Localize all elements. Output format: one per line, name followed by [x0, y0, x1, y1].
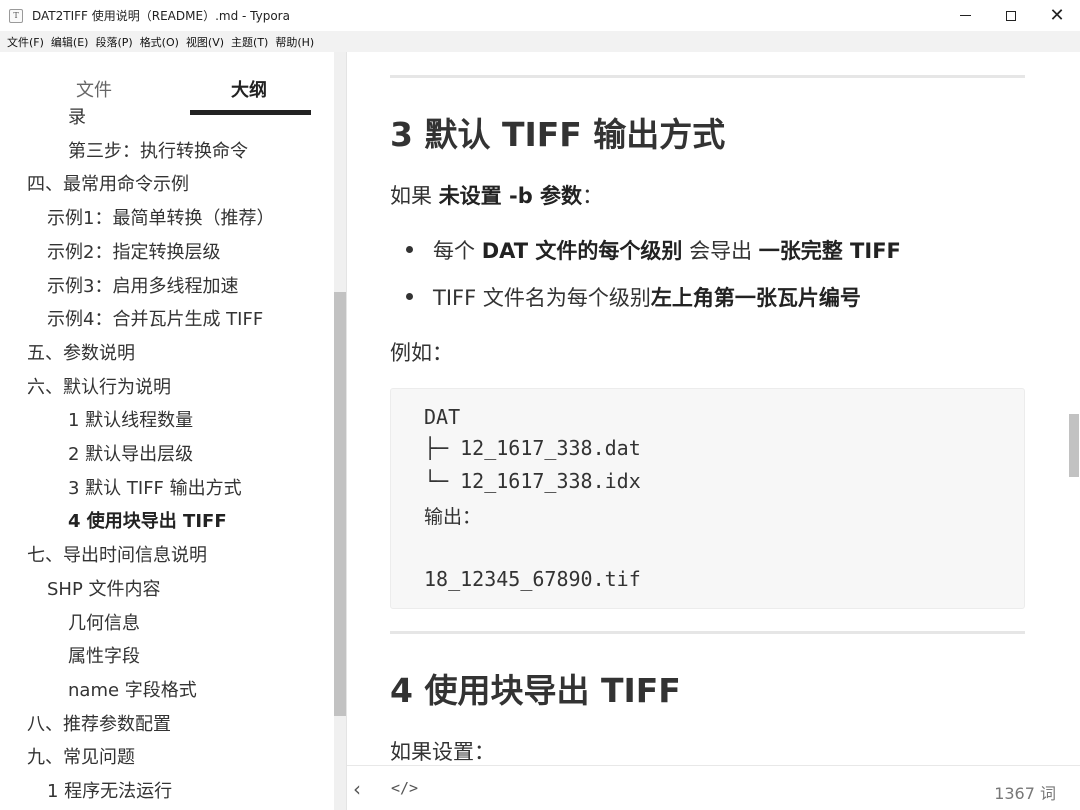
code-line: └─ 12_1617_338.idx	[424, 469, 641, 493]
maximize-icon	[1006, 10, 1016, 21]
minimize-button[interactable]	[942, 0, 988, 31]
bold-text: 一张完整 TIFF	[758, 239, 901, 263]
title-bar: T DAT2TIFF 使用说明（README）.md - Typora ✕	[0, 0, 1080, 31]
paragraph-if-not-set: 如果 未设置 -b 参数：	[390, 180, 603, 210]
outline-item[interactable]: 第三步：执行转换命令	[68, 140, 248, 164]
editor-scrollbar-thumb[interactable]	[1069, 414, 1079, 477]
horizontal-rule	[390, 75, 1025, 78]
menu-help[interactable]: 帮助(H)	[272, 34, 317, 50]
code-line: ├─ 12_1617_338.dat	[424, 436, 641, 460]
outline-item[interactable]: 五、参数说明	[27, 342, 135, 366]
bold-text: 左上角第一张瓦片编号	[650, 286, 861, 310]
typora-app-icon: T	[9, 8, 23, 23]
code-line: 18_12345_67890.tif	[424, 567, 641, 591]
heading-block-export-tiff: 4 使用块导出 TIFF	[390, 671, 681, 710]
code-line: 输出：	[424, 506, 482, 528]
code-line: DAT	[424, 405, 461, 429]
outline-item[interactable]: 属性字段	[68, 645, 140, 669]
editor-content[interactable]: 3 默认 TIFF 输出方式 如果 未设置 -b 参数： 每个 DAT 文件的每…	[347, 52, 1080, 765]
active-tab-indicator	[190, 110, 311, 115]
outline-item[interactable]: 示例3：启用多线程加速	[47, 275, 238, 299]
list-text: 每个	[433, 239, 482, 263]
horizontal-rule	[390, 631, 1025, 634]
paragraph-example: 例如：	[390, 341, 453, 365]
tab-outline[interactable]: 大纲	[231, 76, 267, 102]
menu-file[interactable]: 文件(F)	[4, 34, 47, 50]
chevron-left-icon[interactable]: ‹	[353, 777, 373, 801]
list-item-text: TIFF 文件名为每个级别左上角第一张瓦片编号	[433, 282, 861, 312]
sidebar-tabs: 文件 大纲	[0, 52, 346, 116]
bold-text: 未设置 -b 参数	[438, 184, 583, 208]
outline-item[interactable]: 八、推荐参数配置	[27, 713, 171, 737]
outline-item[interactable]: 六、默认行为说明	[27, 376, 171, 400]
status-bar: ‹ </> 1367 词	[347, 765, 1080, 810]
outline-item[interactable]: 1 默认线程数量	[68, 409, 193, 433]
outline-item[interactable]: 七、导出时间信息说明	[27, 544, 207, 568]
paragraph-if-set: 如果设置：	[390, 740, 495, 764]
bold-text: DAT 文件的每个级别	[481, 239, 683, 263]
sidebar: 文件 大纲 录第三步：执行转换命令四、最常用命令示例示例1：最简单转换（推荐） 示…	[0, 52, 347, 810]
outline-item[interactable]: 录	[68, 106, 86, 130]
word-count[interactable]: 1367 词	[994, 780, 1056, 804]
outline-item[interactable]: 2 默认导出层级	[68, 443, 193, 467]
paragraph-text: ：	[582, 184, 604, 208]
close-icon: ✕	[1049, 5, 1065, 26]
outline-item[interactable]: 示例4：合并瓦片生成 TIFF	[47, 308, 263, 332]
tab-files[interactable]: 文件	[76, 76, 112, 102]
outline-item[interactable]: SHP 文件内容	[47, 578, 161, 602]
maximize-button[interactable]	[988, 0, 1034, 31]
menu-theme[interactable]: 主题(T)	[228, 34, 271, 50]
menu-format[interactable]: 格式(O)	[137, 34, 182, 50]
window-title: DAT2TIFF 使用说明（README）.md - Typora	[32, 9, 290, 23]
source-code-mode-icon[interactable]: </>	[391, 779, 418, 797]
outline-item[interactable]: 几何信息	[68, 612, 140, 636]
sidebar-scrollbar-thumb[interactable]	[334, 292, 346, 716]
heading-default-tiff-output: 3 默认 TIFF 输出方式	[390, 115, 726, 154]
window-controls: ✕	[942, 0, 1080, 31]
list-text: TIFF 文件名为每个级别	[433, 286, 651, 310]
outline-item[interactable]: 4 使用块导出 TIFF	[68, 510, 227, 534]
menu-paragraph[interactable]: 段落(P)	[92, 34, 135, 50]
menu-bar: 文件(F) 编辑(E) 段落(P) 格式(O) 视图(V) 主题(T) 帮助(H…	[0, 31, 1080, 52]
outline-item[interactable]: 示例2：指定转换层级	[47, 241, 220, 265]
menu-edit[interactable]: 编辑(E)	[48, 34, 92, 50]
paragraph-text: 如果	[390, 184, 439, 208]
outline-item[interactable]: 3 默认 TIFF 输出方式	[68, 477, 242, 501]
menu-view[interactable]: 视图(V)	[183, 34, 227, 50]
outline-item[interactable]: 示例1：最简单转换（推荐）	[47, 207, 274, 231]
minimize-icon	[959, 15, 971, 16]
close-button[interactable]: ✕	[1034, 0, 1080, 31]
list-item-text: 每个 DAT 文件的每个级别 会导出 一张完整 TIFF	[433, 235, 901, 265]
outline-item[interactable]: 九、常见问题	[27, 746, 135, 770]
outline-item[interactable]: 四、最常用命令示例	[27, 173, 189, 197]
list-text: 会导出	[682, 239, 759, 263]
outline-item[interactable]: name 字段格式	[68, 679, 197, 703]
code-block[interactable]: DAT ├─ 12_1617_338.dat └─ 12_1617_338.id…	[390, 388, 1025, 609]
outline-item[interactable]: 1 程序无法运行	[47, 780, 172, 804]
